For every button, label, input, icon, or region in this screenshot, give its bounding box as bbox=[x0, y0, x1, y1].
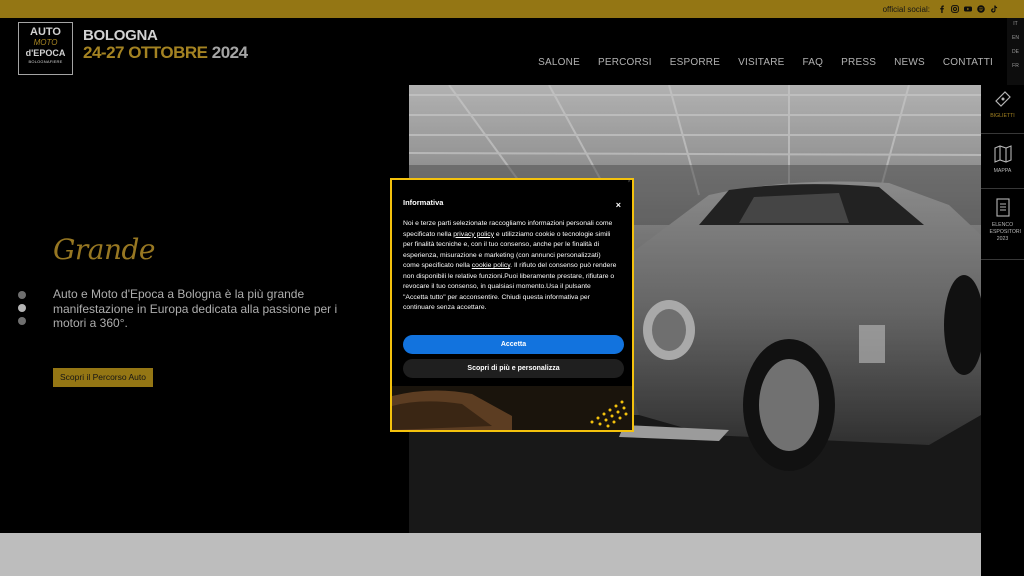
discover-car-route-button[interactable]: Scopri il Percorso Auto bbox=[53, 368, 153, 387]
tickets-link[interactable]: BIGLIETTI bbox=[981, 89, 1024, 120]
close-icon[interactable]: × bbox=[616, 201, 621, 210]
social-label: official social: bbox=[882, 4, 930, 14]
dialog-body: Noi e terze parti selezionate raccogliam… bbox=[403, 219, 617, 314]
nav-item-press[interactable]: PRESS bbox=[841, 57, 876, 68]
nav-item-esporre[interactable]: ESPORRE bbox=[670, 57, 720, 68]
main-nav: SALONE PERCORSI ESPORRE VISITARE FAQ PRE… bbox=[538, 57, 993, 68]
social-bar: official social: bbox=[0, 0, 1024, 18]
logo-line-moto: MOTO bbox=[33, 38, 58, 47]
lang-de[interactable]: DE bbox=[1012, 48, 1019, 56]
document-list-icon bbox=[995, 198, 1010, 217]
nav-item-news[interactable]: NEWS bbox=[894, 57, 925, 68]
slider-dot-3[interactable] bbox=[18, 317, 26, 325]
cookie-consent-panel: × Informativa × Noi e terze parti selezi… bbox=[392, 180, 632, 430]
ticket-icon bbox=[994, 91, 1011, 107]
hero-description: Auto e Moto d'Epoca a Bologna è la più g… bbox=[53, 287, 338, 330]
tickets-label: BIGLIETTI bbox=[990, 113, 1015, 119]
event-dates: 24-27 OTTOBRE 2024 bbox=[83, 44, 248, 62]
panel-divider bbox=[981, 188, 1024, 189]
lang-it[interactable]: IT bbox=[1013, 20, 1017, 28]
map-icon bbox=[993, 145, 1012, 163]
nav-item-faq[interactable]: FAQ bbox=[803, 57, 824, 68]
accept-button[interactable]: Accetta bbox=[403, 335, 624, 354]
cookie-policy-link[interactable]: cookie policy bbox=[472, 262, 510, 269]
nav-item-contatti[interactable]: CONTATTI bbox=[943, 57, 993, 68]
youtube-icon[interactable] bbox=[964, 5, 972, 13]
dialog-decorative-image bbox=[392, 386, 632, 430]
lang-fr[interactable]: FR bbox=[1012, 62, 1019, 70]
nav-item-salone[interactable]: SALONE bbox=[538, 57, 580, 68]
logo-line-auto: AUTO bbox=[30, 26, 61, 38]
facebook-icon[interactable] bbox=[938, 5, 946, 13]
quick-links-panel: BIGLIETTI MAPPA ELENCO ESPOSITORI 2023 bbox=[981, 85, 1024, 576]
dialog-title: Informativa bbox=[403, 198, 444, 207]
nav-item-visitare[interactable]: VISITARE bbox=[738, 57, 784, 68]
nav-item-percorsi[interactable]: PERCORSI bbox=[598, 57, 652, 68]
slider-dots bbox=[18, 291, 26, 325]
panel-divider bbox=[981, 259, 1024, 260]
dialog-text-part-3: . Il rifiuto del consenso può rendere no… bbox=[403, 262, 617, 311]
site-header: AUTO MOTO d'EPOCA BOLOGNAFIERE BOLOGNA 2… bbox=[0, 18, 1007, 85]
logo-line-bolognafiere: BOLOGNAFIERE bbox=[28, 59, 63, 64]
hero-title: Grande bbox=[53, 233, 155, 266]
hero-text-panel: Grande Auto e Moto d'Epoca a Bologna è l… bbox=[0, 85, 409, 533]
next-section-strip bbox=[0, 533, 981, 576]
privacy-policy-link[interactable]: privacy policy bbox=[453, 231, 494, 238]
tiktok-icon[interactable] bbox=[990, 5, 998, 13]
event-year: 2024 bbox=[211, 43, 248, 62]
slider-dot-1[interactable] bbox=[18, 291, 26, 299]
cookie-consent-dialog: × Informativa × Noi e terze parti selezi… bbox=[390, 178, 634, 432]
learn-more-customize-button[interactable]: Scopri di più e personalizza bbox=[403, 359, 624, 378]
event-date-range: 24-27 OTTOBRE bbox=[83, 43, 208, 62]
map-link[interactable]: MAPPA bbox=[981, 144, 1024, 175]
lang-en[interactable]: EN bbox=[1012, 34, 1019, 42]
event-city: BOLOGNA bbox=[83, 27, 158, 44]
logo-line-epoca: d'EPOCA bbox=[25, 48, 66, 58]
dialog-corner-close-icon[interactable]: × bbox=[627, 180, 631, 185]
language-switcher: IT EN DE FR bbox=[1007, 18, 1024, 85]
slider-dot-2[interactable] bbox=[18, 304, 26, 312]
exhibitors-list-label: ELENCO ESPOSITORI 2023 bbox=[989, 222, 1022, 242]
panel-divider bbox=[981, 133, 1024, 134]
spotify-icon[interactable] bbox=[977, 5, 985, 13]
site-logo[interactable]: AUTO MOTO d'EPOCA BOLOGNAFIERE bbox=[18, 22, 73, 75]
map-label: MAPPA bbox=[993, 168, 1012, 174]
exhibitors-list-link[interactable]: ELENCO ESPOSITORI 2023 bbox=[981, 198, 1024, 243]
instagram-icon[interactable] bbox=[951, 5, 959, 13]
